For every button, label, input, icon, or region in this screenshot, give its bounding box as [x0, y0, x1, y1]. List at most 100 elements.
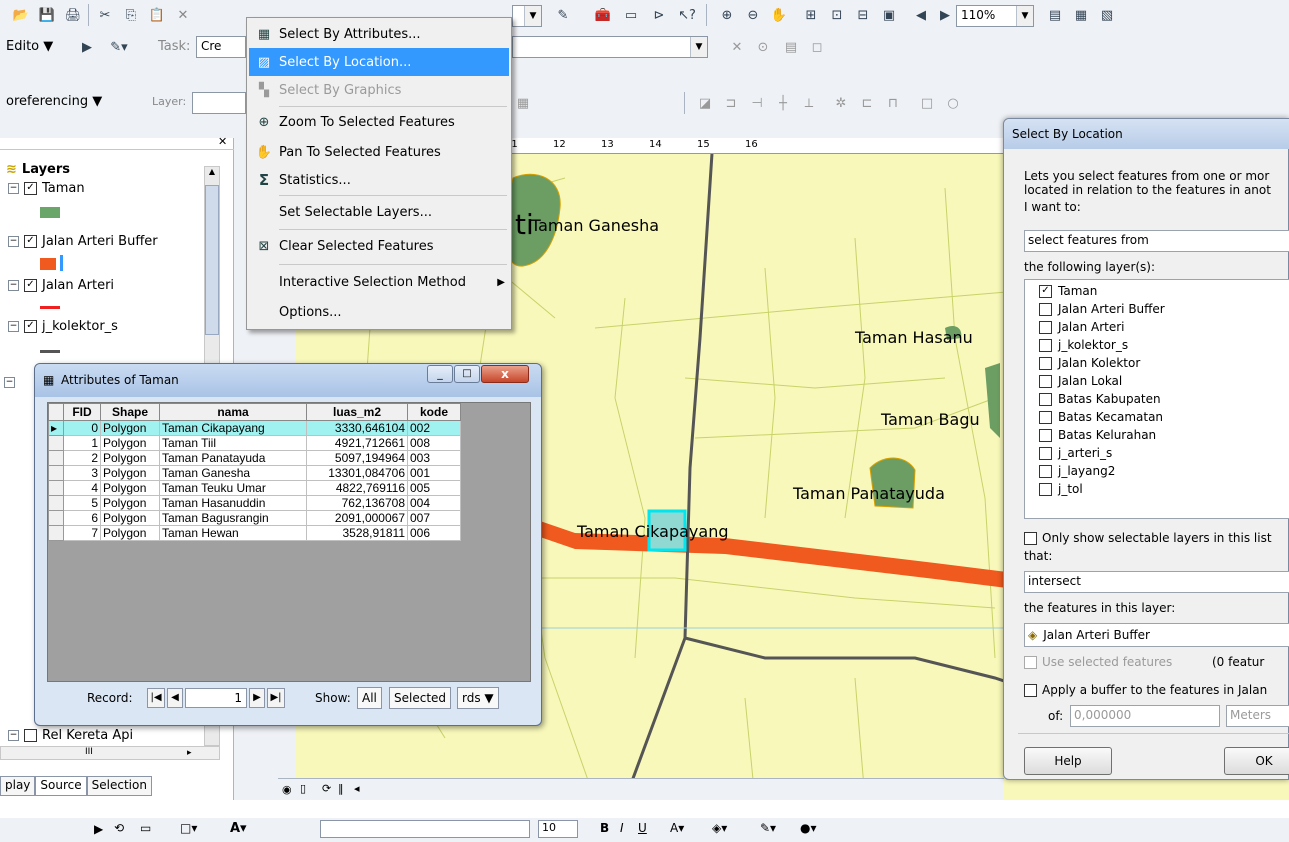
- scroll-thumb[interactable]: [205, 185, 219, 335]
- table-cell[interactable]: Polygon: [100, 465, 160, 481]
- table-cell[interactable]: 2: [63, 450, 101, 466]
- align-icon[interactable]: ⊏: [856, 92, 878, 114]
- layout-zoom-out-icon[interactable]: ⊖: [742, 4, 764, 26]
- georeferencing-menu[interactable]: oreferencing ▼: [6, 94, 102, 109]
- task-dropdown[interactable]: Cre: [196, 36, 246, 58]
- buffer-distance-input[interactable]: 0,000000: [1070, 705, 1220, 727]
- source-layer-dropdown[interactable]: ◈ Jalan Arteri Buffer: [1024, 623, 1289, 647]
- table-cell[interactable]: Polygon: [100, 525, 160, 541]
- toc-layer-j-kolektor-s[interactable]: − ✓ j_kolektor_s: [8, 319, 118, 334]
- spatial-method-dropdown[interactable]: intersect: [1024, 571, 1289, 593]
- font-color-icon[interactable]: A▾: [670, 821, 684, 835]
- target-layer-item[interactable]: Batas Kabupaten: [1039, 392, 1161, 406]
- apply-buffer-option[interactable]: Apply a buffer to the features in Jalan: [1024, 683, 1267, 697]
- rectangle-draw-icon[interactable]: □▾: [180, 821, 197, 835]
- target-layer-item[interactable]: j_arteri_s: [1039, 446, 1112, 460]
- table-cell[interactable]: 1: [63, 435, 101, 451]
- change-layout-icon[interactable]: ▧: [1096, 4, 1118, 26]
- use-selected-option[interactable]: Use selected features: [1024, 655, 1172, 669]
- python-icon[interactable]: ▭: [620, 4, 642, 26]
- table-cell[interactable]: Polygon: [100, 495, 160, 511]
- dialog-titlebar[interactable]: Select By Location: [1004, 119, 1289, 149]
- table-row[interactable]: 3 Polygon Taman Ganesha 13301,084706 001: [48, 465, 461, 481]
- table-row[interactable]: 4 Polygon Taman Teuku Umar 4822,769116 0…: [48, 480, 461, 496]
- table-cell[interactable]: Taman Panatayuda: [159, 450, 307, 466]
- table-cell[interactable]: 2091,000067: [306, 510, 408, 526]
- delete-icon[interactable]: ✕: [172, 4, 194, 26]
- align-edge-icon[interactable]: ⊓: [882, 92, 904, 114]
- table-cell[interactable]: Polygon: [100, 435, 160, 451]
- open-icon[interactable]: 📂: [10, 4, 32, 26]
- checkbox-disabled-icon[interactable]: [1024, 655, 1037, 669]
- checkbox-unchecked-icon[interactable]: [1024, 683, 1037, 697]
- table-cell[interactable]: 5097,194964: [306, 450, 408, 466]
- table-cell[interactable]: 008: [407, 435, 461, 451]
- checkbox-unchecked-icon[interactable]: [1039, 356, 1052, 370]
- font-size-dropdown[interactable]: 10: [538, 820, 578, 838]
- tab-selection[interactable]: Selection: [86, 776, 152, 796]
- show-selected-button[interactable]: Selected: [389, 687, 452, 709]
- menu-select-by-attributes[interactable]: ▦ Select By Attributes...: [249, 20, 509, 48]
- table-cell[interactable]: 762,136708: [306, 495, 408, 511]
- layers-root[interactable]: ≋ Layers: [6, 162, 70, 177]
- row-header[interactable]: [48, 510, 64, 526]
- table-cell[interactable]: Polygon: [100, 450, 160, 466]
- table-cell[interactable]: Taman Cikapayang: [159, 420, 307, 436]
- line-color-icon[interactable]: ✎▾: [760, 821, 776, 835]
- table-cell[interactable]: Polygon: [100, 480, 160, 496]
- attributes-tool-icon[interactable]: ▤: [780, 36, 802, 58]
- minimize-button[interactable]: _: [427, 365, 453, 383]
- text-tool-icon[interactable]: A▾: [230, 821, 247, 836]
- toc-layer-rel-kereta-api[interactable]: − Rel Kereta Api: [8, 728, 133, 743]
- sketch-tool-icon[interactable]: ✎▾: [108, 36, 130, 58]
- marker-color-icon[interactable]: ●▾: [800, 821, 817, 835]
- maximize-button[interactable]: □: [454, 365, 480, 383]
- checkbox-unchecked-icon[interactable]: [1039, 446, 1052, 460]
- layout-pan-icon[interactable]: ✋: [768, 4, 790, 26]
- checkbox-unchecked-icon[interactable]: [1039, 482, 1052, 496]
- show-all-button[interactable]: All: [357, 687, 382, 709]
- zoom-whole-page-icon[interactable]: ⊞: [800, 4, 822, 26]
- menu-options[interactable]: Options...: [249, 298, 509, 326]
- tab-source[interactable]: Source: [35, 776, 87, 796]
- last-record-button[interactable]: ▶|: [267, 688, 285, 708]
- layout-view-icon[interactable]: ▯: [300, 782, 306, 795]
- toc-hscrollbar[interactable]: III ▸: [0, 746, 220, 760]
- save-icon[interactable]: 💾: [36, 4, 58, 26]
- italic-icon[interactable]: I: [620, 821, 624, 835]
- menu-select-by-location[interactable]: ▨ Select By Location...: [249, 48, 509, 76]
- row-header[interactable]: [48, 465, 64, 481]
- table-cell[interactable]: Taman Hewan: [159, 525, 307, 541]
- underline-icon[interactable]: U: [638, 821, 647, 835]
- target-dropdown[interactable]: ▼: [512, 36, 708, 58]
- collapse-icon[interactable]: −: [8, 236, 19, 247]
- table-row[interactable]: ▸ 0 Polygon Taman Cikapayang 3330,646104…: [48, 420, 461, 436]
- focus-data-frame-icon[interactable]: ▦: [1070, 4, 1092, 26]
- edit-tool-icon[interactable]: ▶: [76, 36, 98, 58]
- table-cell[interactable]: 004: [407, 495, 461, 511]
- zoom-100-icon[interactable]: ▣: [878, 4, 900, 26]
- table-row[interactable]: 7 Polygon Taman Hewan 3528,91811 006: [48, 525, 461, 541]
- target-layer-item[interactable]: Jalan Kolektor: [1039, 356, 1140, 370]
- scroll-up-icon[interactable]: ▲: [205, 167, 219, 181]
- copy-icon[interactable]: ⎘: [120, 4, 142, 26]
- buffer-unit-dropdown[interactable]: Meters: [1226, 705, 1289, 727]
- table-cell[interactable]: 13301,084706: [306, 465, 408, 481]
- table-cell[interactable]: Taman Hasanuddin: [159, 495, 307, 511]
- layer-dropdown[interactable]: [192, 92, 246, 114]
- checkbox-checked-icon[interactable]: ✓: [24, 235, 37, 248]
- collapse-icon[interactable]: −: [8, 280, 19, 291]
- table-cell[interactable]: Polygon: [100, 420, 160, 436]
- cross-icon[interactable]: ┼: [772, 92, 794, 114]
- row-header[interactable]: [48, 480, 64, 496]
- target-layer-item[interactable]: j_kolektor_s: [1039, 338, 1128, 352]
- checkbox-unchecked-icon[interactable]: [1039, 464, 1052, 478]
- layout-zoom-in-icon[interactable]: ⊕: [716, 4, 738, 26]
- link-table-icon[interactable]: ▦: [512, 92, 534, 114]
- target-layer-item[interactable]: Batas Kelurahan: [1039, 428, 1156, 442]
- checkbox-checked-icon[interactable]: ✓: [24, 279, 37, 292]
- menu-select-by-graphics[interactable]: ▚ Select By Graphics: [249, 76, 509, 104]
- help-button[interactable]: Help: [1024, 747, 1112, 775]
- editor-toolbar-icon[interactable]: ✎: [552, 4, 574, 26]
- scroll-left-icon[interactable]: ◂: [354, 782, 360, 795]
